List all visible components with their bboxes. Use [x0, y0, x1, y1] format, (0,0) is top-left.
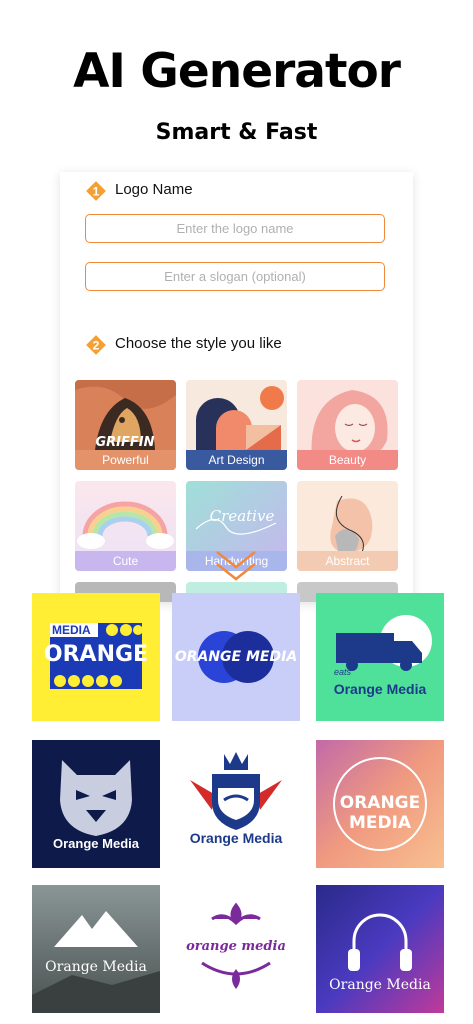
- logo-sample-3[interactable]: eats Orange Media: [316, 593, 444, 721]
- logo-small-text: eats: [334, 667, 352, 677]
- shield-icon: [190, 752, 282, 830]
- step-2-label: Choose the style you like: [115, 335, 282, 352]
- headphones-icon: [316, 885, 444, 1013]
- style-tile-art-design[interactable]: Art Design: [186, 380, 287, 470]
- logo-text: ORANGE MEDIA: [339, 793, 421, 833]
- logo-text: Orange Media: [333, 681, 427, 697]
- logo-sample-5[interactable]: Orange Media: [172, 740, 300, 868]
- logo-sample-1[interactable]: MEDIA ORANGE: [32, 593, 160, 721]
- logo-name-input[interactable]: [85, 214, 385, 243]
- page-title: AI Generator: [73, 44, 401, 99]
- mountain-icon: [32, 885, 160, 1013]
- style-tile-beauty[interactable]: Beauty: [297, 380, 398, 470]
- logo-form-card: 1 Logo Name 2 Choose the style you like …: [60, 172, 413, 602]
- logo-sample-7[interactable]: Orange Media: [32, 885, 160, 1013]
- truck-icon: [336, 615, 432, 671]
- logo-text: orange media: [186, 939, 286, 954]
- style-tile-abstract[interactable]: Abstract: [297, 481, 398, 571]
- logo-text: Orange Media: [329, 977, 431, 993]
- style-label-abstract: Abstract: [297, 551, 398, 571]
- style-label-powerful: Powerful: [75, 450, 176, 470]
- logo-text: ORANGE: [43, 642, 149, 667]
- logo-text: Orange Media: [53, 836, 139, 851]
- logo-sample-2[interactable]: ORANGE MEDIA: [172, 593, 300, 721]
- creative-text: Creative: [210, 507, 275, 525]
- style-label-beauty: Beauty: [297, 450, 398, 470]
- page-subtitle: Smart & Fast: [155, 120, 318, 145]
- logo-text: MEDIA: [52, 623, 91, 637]
- style-tile-cute[interactable]: Cute: [75, 481, 176, 571]
- logo-text: Orange Media: [189, 830, 283, 846]
- style-label-cute: Cute: [75, 551, 176, 571]
- logo-sample-4[interactable]: Orange Media: [32, 740, 160, 868]
- style-tile-powerful[interactable]: GRIFFIN Powerful: [75, 380, 176, 470]
- step-2-badge-icon: 2: [85, 334, 107, 356]
- chevron-down-icon[interactable]: [213, 548, 259, 584]
- griffin-text: GRIFFIN: [96, 435, 155, 450]
- logo-sample-9[interactable]: Orange Media: [316, 885, 444, 1013]
- logo-sample-8[interactable]: orange media: [172, 885, 300, 1013]
- style-label-art-design: Art Design: [186, 450, 287, 470]
- logo-text: Orange Media: [45, 959, 147, 975]
- step-2-number: 2: [93, 339, 100, 353]
- logo-sample-6[interactable]: ORANGE MEDIA: [316, 740, 444, 868]
- step-1-label: Logo Name: [115, 181, 193, 198]
- step-1-badge-icon: 1: [85, 180, 107, 202]
- logo-text: ORANGE MEDIA: [174, 649, 298, 665]
- slogan-input[interactable]: [85, 262, 385, 291]
- step-1-number: 1: [93, 185, 100, 199]
